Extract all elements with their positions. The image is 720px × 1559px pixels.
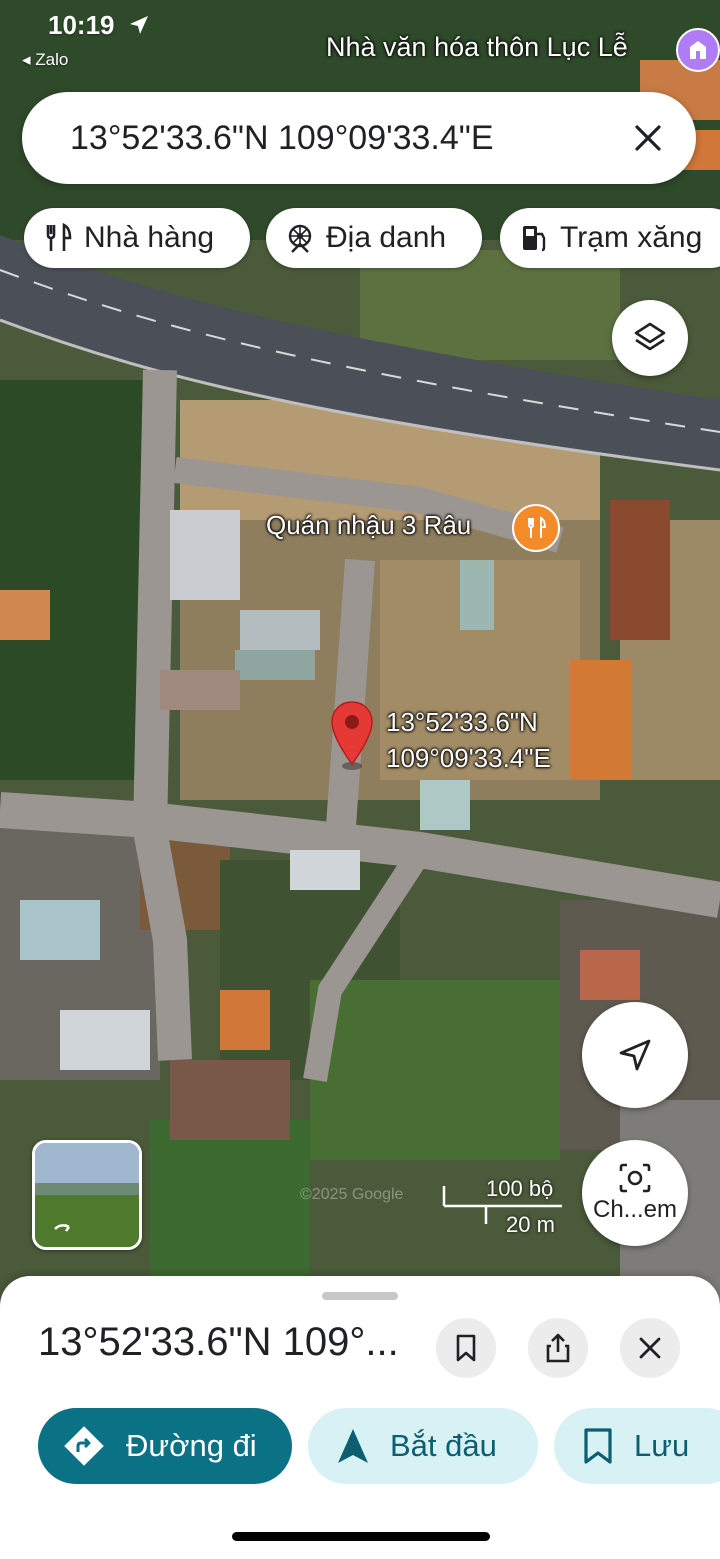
- gas-station-icon: [523, 226, 546, 252]
- close-icon: [635, 125, 661, 151]
- scale-metric: 20 m: [506, 1212, 555, 1237]
- layers-button[interactable]: [612, 300, 688, 376]
- directions-label: Đường đi: [126, 1428, 257, 1463]
- search-query[interactable]: 13°52'33.6"N 109°09'33.4"E: [70, 119, 618, 158]
- close-sheet-button[interactable]: [620, 1318, 680, 1378]
- directions-button[interactable]: Đường đi: [38, 1408, 292, 1484]
- start-label: Bắt đầu: [390, 1428, 497, 1463]
- landmark-icon: [288, 224, 312, 253]
- navigation-arrow-icon: [619, 1039, 651, 1071]
- map-watermark: ©2025 Google: [300, 1186, 404, 1203]
- chip-label: Địa danh: [326, 221, 447, 254]
- chip-landmarks[interactable]: Địa danh: [266, 208, 482, 268]
- satellite-map[interactable]: [0, 0, 720, 1300]
- lens-button[interactable]: Ch...em: [582, 1140, 688, 1246]
- pin-longitude: 109°09'33.4"E: [386, 743, 551, 773]
- directions-icon: [64, 1426, 104, 1466]
- share-button[interactable]: [528, 1318, 588, 1378]
- place-bottom-sheet[interactable]: 13°52'33.6"N 109°... Đường đi Bắt đầu Lư…: [0, 1276, 720, 1559]
- map-scale: 100 bộ 20 m: [442, 1172, 572, 1237]
- landmark-pin-icon[interactable]: [676, 28, 720, 72]
- restaurant-icon: [46, 222, 72, 251]
- layers-icon: [634, 322, 666, 351]
- camera-icon: [619, 1163, 651, 1193]
- home-indicator[interactable]: [232, 1532, 490, 1541]
- search-bar[interactable]: 13°52'33.6"N 109°09'33.4"E: [22, 92, 696, 184]
- street-view-thumbnail[interactable]: [32, 1140, 142, 1250]
- scale-imperial: 100 bộ: [486, 1176, 554, 1201]
- pin-coordinates-label: 13°52'33.6"N 109°09'33.4"E: [386, 704, 551, 776]
- restaurant-label[interactable]: Quán nhậu 3 Râu: [266, 510, 471, 541]
- start-button[interactable]: Bắt đầu: [308, 1408, 538, 1484]
- category-chips: Nhà hàng Địa danh Trạm xăng: [0, 208, 720, 270]
- chip-label: Trạm xăng: [560, 221, 703, 254]
- lens-button-label: Ch...em: [592, 1196, 678, 1223]
- chip-label: Nhà hàng: [84, 221, 215, 254]
- save-button[interactable]: Lưu: [554, 1408, 720, 1484]
- close-icon: [639, 1337, 661, 1359]
- save-icon-button[interactable]: [436, 1318, 496, 1378]
- dropped-pin-icon[interactable]: [328, 700, 376, 772]
- back-to-app-link[interactable]: ◂ Zalo: [22, 50, 68, 70]
- map-place-label[interactable]: Nhà văn hóa thôn Lục Lễ: [326, 32, 628, 63]
- status-time: 10:19: [48, 10, 115, 40]
- map-imagery: [0, 0, 720, 1300]
- clear-search-button[interactable]: [618, 108, 678, 168]
- save-label: Lưu: [634, 1428, 690, 1463]
- bookmark-icon: [584, 1428, 612, 1464]
- restaurant-marker-icon[interactable]: [512, 504, 560, 552]
- place-title: 13°52'33.6"N 109°...: [38, 1320, 399, 1364]
- sheet-drag-handle[interactable]: [322, 1292, 398, 1300]
- location-services-icon: [130, 16, 148, 34]
- my-location-button[interactable]: [582, 1002, 688, 1108]
- chip-restaurants[interactable]: Nhà hàng: [24, 208, 250, 268]
- navigation-arrow-icon: [338, 1429, 368, 1463]
- share-icon: [546, 1333, 570, 1363]
- bookmark-icon: [456, 1334, 476, 1362]
- pin-latitude: 13°52'33.6"N: [386, 707, 538, 737]
- street-view-image: [35, 1143, 139, 1247]
- chip-gas-stations[interactable]: Trạm xăng: [500, 208, 720, 268]
